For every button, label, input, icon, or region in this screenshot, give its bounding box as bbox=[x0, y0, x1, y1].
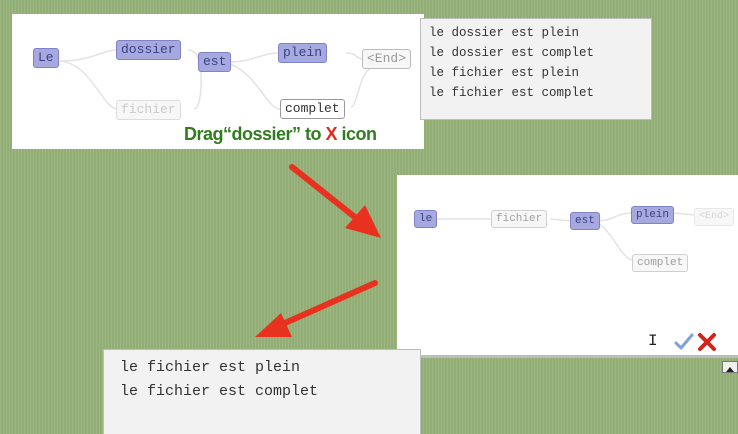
arrow-1-shaft bbox=[289, 164, 364, 225]
arrow-2-head bbox=[255, 313, 292, 337]
arrow-2-shaft bbox=[273, 280, 378, 330]
red-arrows bbox=[255, 164, 381, 337]
